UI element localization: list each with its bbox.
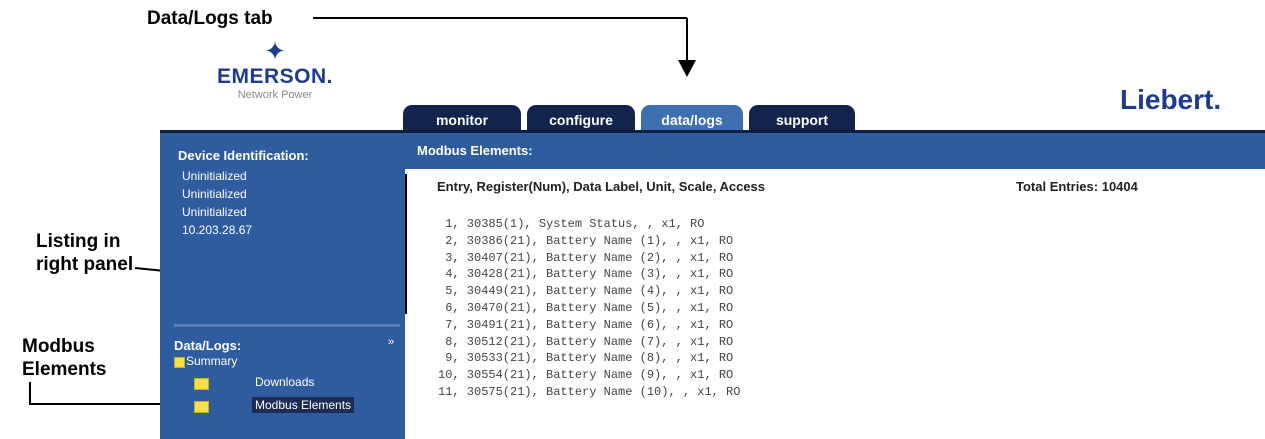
data-logs-heading: Data/Logs: <box>174 338 242 353</box>
summary-folder-icon <box>174 357 185 368</box>
emerson-brand-name: EMERSON. <box>216 65 333 88</box>
device-line-1: Uninitialized <box>182 169 247 183</box>
sidebar: Device Identification: Uninitialized Uni… <box>160 133 405 439</box>
list-item: 5, 30449(21), Battery Name (4), , x1, RO <box>438 284 734 299</box>
list-item: 8, 30512(21), Battery Name (7), , x1, RO <box>438 334 734 349</box>
tree-item-summary[interactable]: Summary <box>186 354 237 368</box>
callout-modbus-line1: Modbus <box>22 336 95 357</box>
tab-data-logs[interactable]: data/logs <box>641 105 743 133</box>
tab-callout-arrowhead <box>678 60 696 77</box>
liebert-logo: Liebert. <box>1120 84 1222 115</box>
list-item: 4, 30428(21), Battery Name (3), , x1, RO <box>438 267 734 282</box>
callout-modbus-line2: Elements <box>22 359 107 380</box>
modbus-elements-folder-icon <box>194 401 209 413</box>
emerson-brand-sub: Network Power <box>237 89 313 101</box>
callout-listing-line2: right panel <box>36 254 134 275</box>
list-item: 1, 30385(1), System Status, , x1, RO <box>438 217 705 231</box>
list-item: 2, 30386(21), Battery Name (1), , x1, RO <box>438 233 734 248</box>
list-item: 10, 30554(21), Battery Name (9), , x1, R… <box>438 368 734 383</box>
list-item: 7, 30491(21), Battery Name (6), , x1, RO <box>438 317 734 332</box>
panel-header: Modbus Elements: <box>405 133 1265 169</box>
tab-support[interactable]: support <box>749 105 855 133</box>
emerson-mark-icon: ✦ <box>264 36 286 66</box>
device-identification-heading: Device Identification: <box>178 148 309 163</box>
modbus-entry-list: 1, 30385(1), System Status, , x1, RO 2, … <box>438 216 740 401</box>
sidebar-divider <box>174 324 400 327</box>
tab-monitor[interactable]: monitor <box>403 105 521 133</box>
total-entries: Total Entries: 10404 <box>1016 179 1138 194</box>
downloads-folder-icon <box>194 378 209 390</box>
device-line-3: Uninitialized <box>182 205 247 219</box>
list-item: 6, 30470(21), Battery Name (5), , x1, RO <box>438 300 734 315</box>
tab-configure[interactable]: configure <box>527 105 635 133</box>
modbus-callout-line <box>29 382 170 405</box>
device-ip-address: 10.203.28.67 <box>182 223 253 237</box>
list-item: 3, 30407(21), Battery Name (2), , x1, RO <box>438 250 734 265</box>
tree-item-modbus-elements[interactable]: Modbus Elements <box>252 397 355 413</box>
list-item: 9, 30533(21), Battery Name (8), , x1, RO <box>438 351 734 366</box>
expand-sidebar-icon[interactable]: » <box>388 336 394 348</box>
emerson-logo: ✦ EMERSON. Network Power <box>190 36 360 122</box>
callout-data-logs-tab: Data/Logs tab <box>147 8 273 29</box>
column-headings: Entry, Register(Num), Data Label, Unit, … <box>437 179 765 194</box>
tree-item-downloads[interactable]: Downloads <box>255 375 314 389</box>
panel-title: Modbus Elements: <box>417 143 533 158</box>
callout-listing-line1: Listing in <box>36 231 121 252</box>
device-line-2: Uninitialized <box>182 187 247 201</box>
list-item: 11, 30575(21), Battery Name (10), , x1, … <box>438 384 741 399</box>
